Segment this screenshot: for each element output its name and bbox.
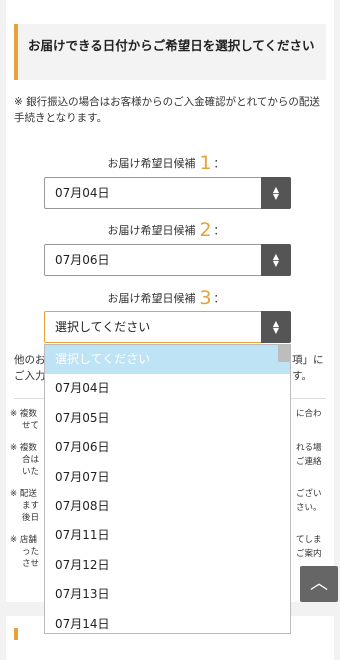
candidate-2-label: お届け希望日候補 2：	[42, 219, 290, 241]
note-fragment: れる場	[296, 443, 322, 453]
candidate-colon: ：	[213, 224, 225, 237]
select-value: 07月04日	[55, 186, 110, 200]
other-info-text-left-1: 他のお	[14, 354, 46, 366]
select-value: 07月06日	[55, 253, 110, 267]
select-value: 選択してください	[55, 320, 151, 334]
note-fragment: てしま	[296, 535, 322, 545]
candidate-label-text: お届け希望日候補	[107, 157, 196, 170]
candidate-number: 3	[199, 287, 212, 309]
note-fragment: 合は	[22, 455, 40, 465]
note-fragment: せて	[22, 421, 40, 431]
next-section-accent	[14, 628, 18, 640]
up-down-arrows-icon[interactable]: ▲ ▼	[261, 244, 291, 276]
dropdown-option[interactable]: 07月13日	[45, 580, 290, 609]
dropdown-option[interactable]: 07月14日	[45, 610, 290, 633]
note-fragment: ます	[22, 501, 40, 511]
note-fragment: ※ 複数	[10, 443, 37, 453]
candidate-3-select[interactable]: 選択してください ▲ ▼	[44, 311, 291, 343]
dropdown-option[interactable]: 07月05日	[45, 404, 290, 433]
candidate-colon: ：	[213, 157, 225, 170]
dropdown-option[interactable]: 選択してください	[45, 345, 290, 375]
dropdown-option[interactable]: 07月11日	[45, 521, 290, 550]
dropdown-scrollbar-thumb[interactable]	[278, 345, 290, 362]
note-fragment: ※ 店舗	[10, 535, 37, 545]
other-info-text-right-2: す。	[292, 370, 312, 382]
note-fragment: ※ 配送	[10, 489, 37, 499]
note-fragment: ご連絡	[296, 457, 322, 467]
note-fragment: さい。	[296, 503, 322, 513]
date-dropdown-list[interactable]: 選択してください 07月04日 07月05日 07月06日 07月07日 07月…	[44, 344, 291, 634]
note-fragment: させ	[22, 559, 40, 569]
note-fragment: 後日	[22, 513, 40, 523]
candidate-label-text: お届け希望日候補	[107, 224, 196, 237]
candidate-number: 2	[199, 219, 212, 241]
candidate-label-text: お届け希望日候補	[107, 292, 196, 305]
note-fragment: ご案内	[296, 549, 322, 559]
note-fragment: いた	[22, 467, 40, 477]
note-fragment: ※ 複数	[10, 409, 37, 419]
candidate-number: 1	[199, 152, 212, 174]
chevron-up-icon[interactable]: ︿	[300, 566, 338, 602]
candidate-2-select[interactable]: 07月06日 ▲ ▼	[44, 244, 291, 276]
dropdown-option[interactable]: 07月06日	[45, 433, 290, 462]
note-fragment: に合わ	[296, 409, 322, 419]
candidate-1-select[interactable]: 07月04日 ▲ ▼	[44, 177, 291, 209]
candidate-colon: ：	[213, 292, 225, 305]
bank-transfer-note: ※ 銀行振込の場合はお客様からのご入金確認がとれてからの配送手続きとなります。	[14, 96, 320, 124]
candidate-1-label: お届け希望日候補 1：	[42, 152, 290, 174]
dropdown-option[interactable]: 07月04日	[45, 374, 290, 403]
up-down-arrows-icon[interactable]: ▲ ▼	[261, 177, 291, 209]
up-down-arrows-icon[interactable]: ▲ ▼	[261, 311, 291, 343]
candidate-3-label: お届け希望日候補 3：	[42, 287, 290, 309]
other-info-text-right-1: 項」に	[292, 354, 324, 366]
dropdown-option[interactable]: 07月07日	[45, 463, 290, 492]
note-fragment: ござい	[296, 489, 322, 499]
section-heading: お届けできる日付からご希望日を選択してください	[14, 24, 326, 80]
other-info-text-left-2: ご入力	[14, 370, 46, 382]
dropdown-option[interactable]: 07月12日	[45, 551, 290, 580]
dropdown-option[interactable]: 07月08日	[45, 492, 290, 521]
note-fragment: った	[22, 547, 40, 557]
